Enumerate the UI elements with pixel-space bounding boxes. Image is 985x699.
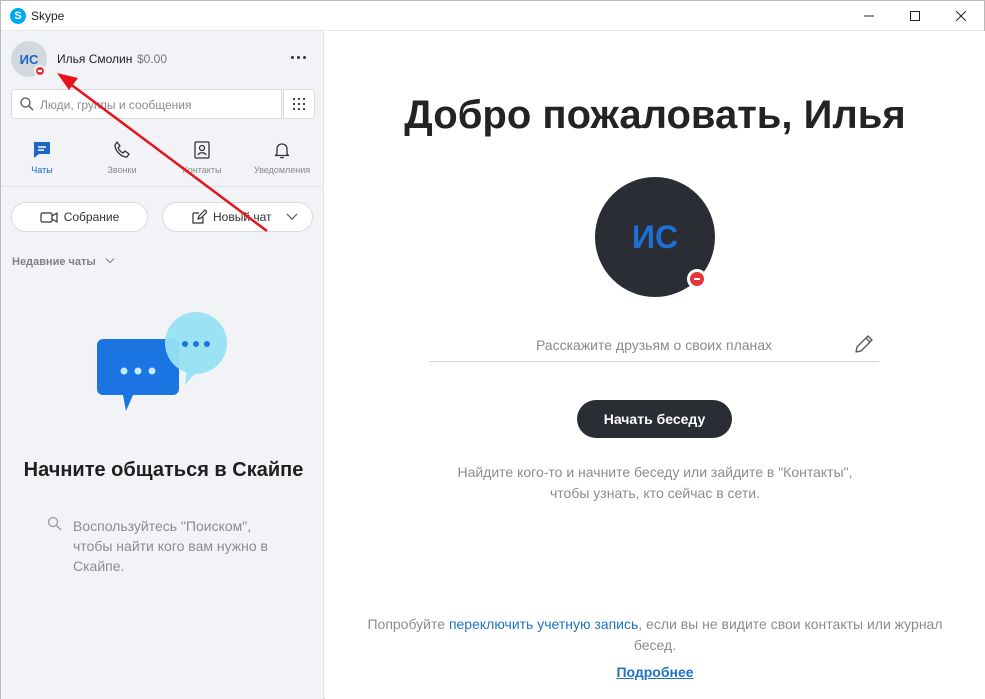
dialpad-icon — [293, 98, 305, 110]
minimize-icon — [864, 15, 874, 17]
start-conversation-button[interactable]: Начать беседу — [577, 400, 732, 438]
search-icon — [47, 516, 62, 531]
tab-notifications[interactable]: Уведомления — [242, 131, 322, 187]
dot — [302, 55, 306, 59]
search-icon — [20, 97, 34, 111]
pencil-icon[interactable] — [853, 333, 875, 355]
bell-icon — [274, 143, 290, 159]
meeting-label: Собрание — [63, 210, 120, 224]
new-chat-button[interactable]: Новый чат — [162, 202, 313, 232]
switch-prefix: Попробуйте — [367, 616, 449, 632]
tab-contacts[interactable]: Контакты — [162, 131, 242, 187]
skype-logo-icon: S — [10, 8, 26, 24]
dialpad-button[interactable] — [283, 89, 315, 119]
close-icon — [956, 11, 966, 21]
main-panel: Добро пожаловать, Илья ИС Начать беседу … — [325, 31, 985, 699]
window-title: Skype — [31, 9, 65, 23]
new-chat-label: Новый чат — [213, 210, 272, 224]
empty-state-title: Начните общаться в Скайпе — [23, 459, 304, 481]
maximize-icon — [910, 11, 920, 21]
do-not-disturb-status-icon — [34, 65, 46, 77]
tab-label: Звонки — [107, 165, 137, 175]
search-box — [11, 89, 282, 119]
recent-chats-header[interactable]: Недавние чаты — [12, 256, 96, 268]
profile-name[interactable]: Илья Смолин — [57, 52, 132, 66]
maximize-button[interactable] — [892, 1, 938, 31]
dot — [296, 55, 300, 59]
title-bar: S Skype — [1, 1, 984, 31]
chevron-down-icon[interactable] — [105, 257, 115, 265]
tab-label: Чаты — [31, 165, 53, 175]
minimize-button[interactable] — [846, 1, 892, 31]
video-camera-icon — [40, 212, 58, 223]
tab-chats[interactable]: Чаты — [2, 131, 82, 187]
chat-icon — [34, 142, 50, 158]
chat-bubbles-illustration — [97, 312, 227, 411]
close-button[interactable] — [938, 1, 984, 31]
do-not-disturb-status-icon — [687, 269, 707, 289]
nav-tabs: Чаты Звонки Контакты Уведомления — [1, 131, 323, 187]
tab-label: Уведомления — [253, 165, 311, 175]
phone-icon — [114, 141, 130, 158]
info-text: Найдите кого-то и начните беседу или зай… — [457, 464, 853, 501]
sidebar: ИС Илья Смолин $0.00 Люди, группы и сооб… — [1, 31, 324, 699]
search-input[interactable] — [40, 96, 276, 113]
welcome-title: Добро пожаловать, Илья — [404, 93, 906, 137]
mood-message-input[interactable] — [429, 329, 879, 362]
meeting-button[interactable]: Собрание — [11, 202, 148, 232]
tab-calls[interactable]: Звонки — [82, 131, 162, 187]
more-options-button[interactable] — [285, 49, 311, 65]
compose-icon — [192, 209, 207, 224]
switch-account-link[interactable]: переключить учетную запись — [449, 616, 638, 632]
dot — [290, 55, 294, 59]
switch-account-text: Попробуйте переключить учетную запись, е… — [355, 614, 955, 656]
learn-more: Подробнее — [325, 664, 985, 680]
contacts-icon — [194, 141, 210, 159]
switch-suffix: , если вы не видите свои контакты или жу… — [633, 616, 943, 653]
tab-label: Контакты — [182, 165, 222, 175]
learn-more-link[interactable]: Подробнее — [616, 664, 693, 680]
profile-balance[interactable]: $0.00 — [137, 52, 167, 66]
chevron-down-icon[interactable] — [286, 212, 298, 222]
skype-window: S Skype ИС Илья Смолин $0.00 Люди, групп… — [0, 0, 985, 699]
empty-state-hint: Воспользуйтесь "Поиском", чтобы найти ко… — [73, 518, 268, 574]
